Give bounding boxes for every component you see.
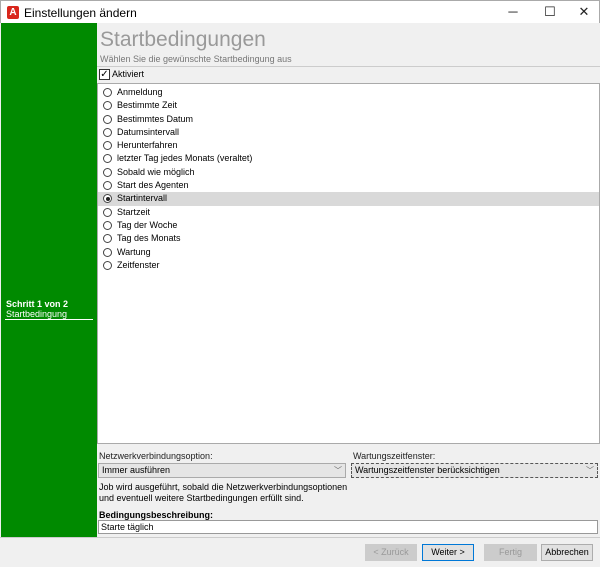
condition-option[interactable]: Anmeldung [98, 86, 599, 99]
finish-button[interactable]: Fertig [484, 544, 537, 561]
radio-button[interactable] [103, 194, 112, 204]
maximize-button[interactable]: ☐ [535, 3, 565, 21]
condition-label: Sobald wie möglich [117, 166, 195, 177]
condition-option[interactable]: Start des Agenten [98, 179, 599, 192]
radio-button[interactable] [103, 260, 112, 270]
step-counter: Schritt 1 von 2 [6, 299, 69, 309]
radio-button[interactable] [103, 220, 112, 230]
divider [0, 537, 600, 538]
radio-button[interactable] [103, 181, 112, 191]
chevron-down-icon: ﹀ [334, 466, 342, 475]
network-option-select[interactable]: Immer ausführen ﹀ [98, 463, 346, 478]
cancel-button[interactable]: Abbrechen [541, 544, 593, 561]
condition-option[interactable]: Datumsintervall [98, 126, 599, 139]
network-option-value: Immer ausführen [102, 465, 171, 475]
step-name: Startbedingung [6, 309, 68, 319]
condition-label: Datumsintervall [117, 126, 180, 137]
radio-button[interactable] [103, 127, 112, 137]
wizard-sidebar: Schritt 1 von 2 Startbedingung [1, 23, 97, 537]
page-title: Startbedingungen [100, 28, 266, 51]
network-description: Job wird ausgeführt, sobald die Netzwerk… [99, 482, 348, 503]
condition-option[interactable]: Sobald wie möglich [98, 166, 599, 179]
condition-label: Bestimmte Zeit [117, 100, 178, 111]
condition-label: Zeitfenster [117, 259, 160, 270]
condition-option[interactable]: Wartung [98, 246, 599, 259]
condition-description-label: Bedingungsbeschreibung: [99, 510, 214, 520]
back-button[interactable]: < Zurück [365, 544, 417, 561]
start-condition-list[interactable]: Anmeldung Bestimmte Zeit Bestimmtes Datum D… [97, 83, 600, 444]
condition-option[interactable]: Bestimmtes Datum [98, 113, 599, 126]
app-icon: A [7, 6, 19, 19]
close-button[interactable]: ✕ [569, 3, 599, 21]
chevron-down-icon: ﹀ [586, 466, 594, 475]
step-underline [5, 319, 93, 320]
condition-option[interactable]: letzter Tag jedes Monats (veraltet) [98, 152, 599, 165]
maintenance-window-value: Wartungszeitfenster berücksichtigen [355, 465, 500, 475]
condition-label: Startintervall [117, 193, 168, 204]
condition-option[interactable]: Startintervall [98, 192, 599, 206]
radio-button[interactable] [103, 247, 112, 257]
radio-button[interactable] [103, 114, 112, 124]
next-button[interactable]: Weiter > [422, 544, 474, 561]
minimize-button[interactable]: ─ [498, 3, 528, 21]
condition-label: Start des Agenten [117, 180, 189, 191]
condition-option[interactable]: Tag der Woche [98, 219, 599, 232]
radio-button[interactable] [103, 167, 112, 177]
page-subtitle: Wählen Sie die gewünschte Startbedingung… [100, 54, 292, 64]
condition-label: Tag des Monats [117, 233, 181, 244]
maintenance-window-select[interactable]: Wartungszeitfenster berücksichtigen ﹀ [351, 463, 598, 478]
enabled-row: ✓ Aktiviert [97, 66, 600, 83]
condition-option[interactable]: Herunterfahren [98, 139, 599, 152]
radio-button[interactable] [103, 141, 112, 151]
condition-label: Bestimmtes Datum [117, 113, 194, 124]
radio-button[interactable] [103, 154, 112, 164]
enabled-checkbox[interactable]: ✓ [99, 69, 110, 80]
condition-label: Herunterfahren [117, 140, 178, 151]
radio-button[interactable] [103, 88, 112, 97]
condition-description-input[interactable]: Starte täglich [98, 520, 598, 534]
network-option-label: Netzwerkverbindungsoption: [99, 451, 213, 461]
title-bar: A Einstellungen ändern ─ ☐ ✕ [0, 0, 600, 23]
window-title: Einstellungen ändern [24, 6, 137, 20]
condition-option[interactable]: Zeitfenster [98, 259, 599, 272]
radio-button[interactable] [103, 207, 112, 217]
condition-label: Wartung [117, 246, 151, 257]
condition-option[interactable]: Bestimmte Zeit [98, 99, 599, 112]
condition-label: Tag der Woche [117, 219, 178, 230]
condition-option[interactable]: Startzeit [98, 206, 599, 219]
condition-label: letzter Tag jedes Monats (veraltet) [117, 153, 253, 164]
radio-button[interactable] [103, 234, 112, 244]
enabled-label[interactable]: Aktiviert [112, 69, 144, 79]
condition-option[interactable]: Tag des Monats [98, 232, 599, 245]
condition-label: Anmeldung [117, 87, 163, 97]
radio-button[interactable] [103, 101, 112, 111]
maintenance-window-label: Wartungszeitfenster: [353, 451, 436, 461]
condition-label: Startzeit [117, 206, 151, 217]
